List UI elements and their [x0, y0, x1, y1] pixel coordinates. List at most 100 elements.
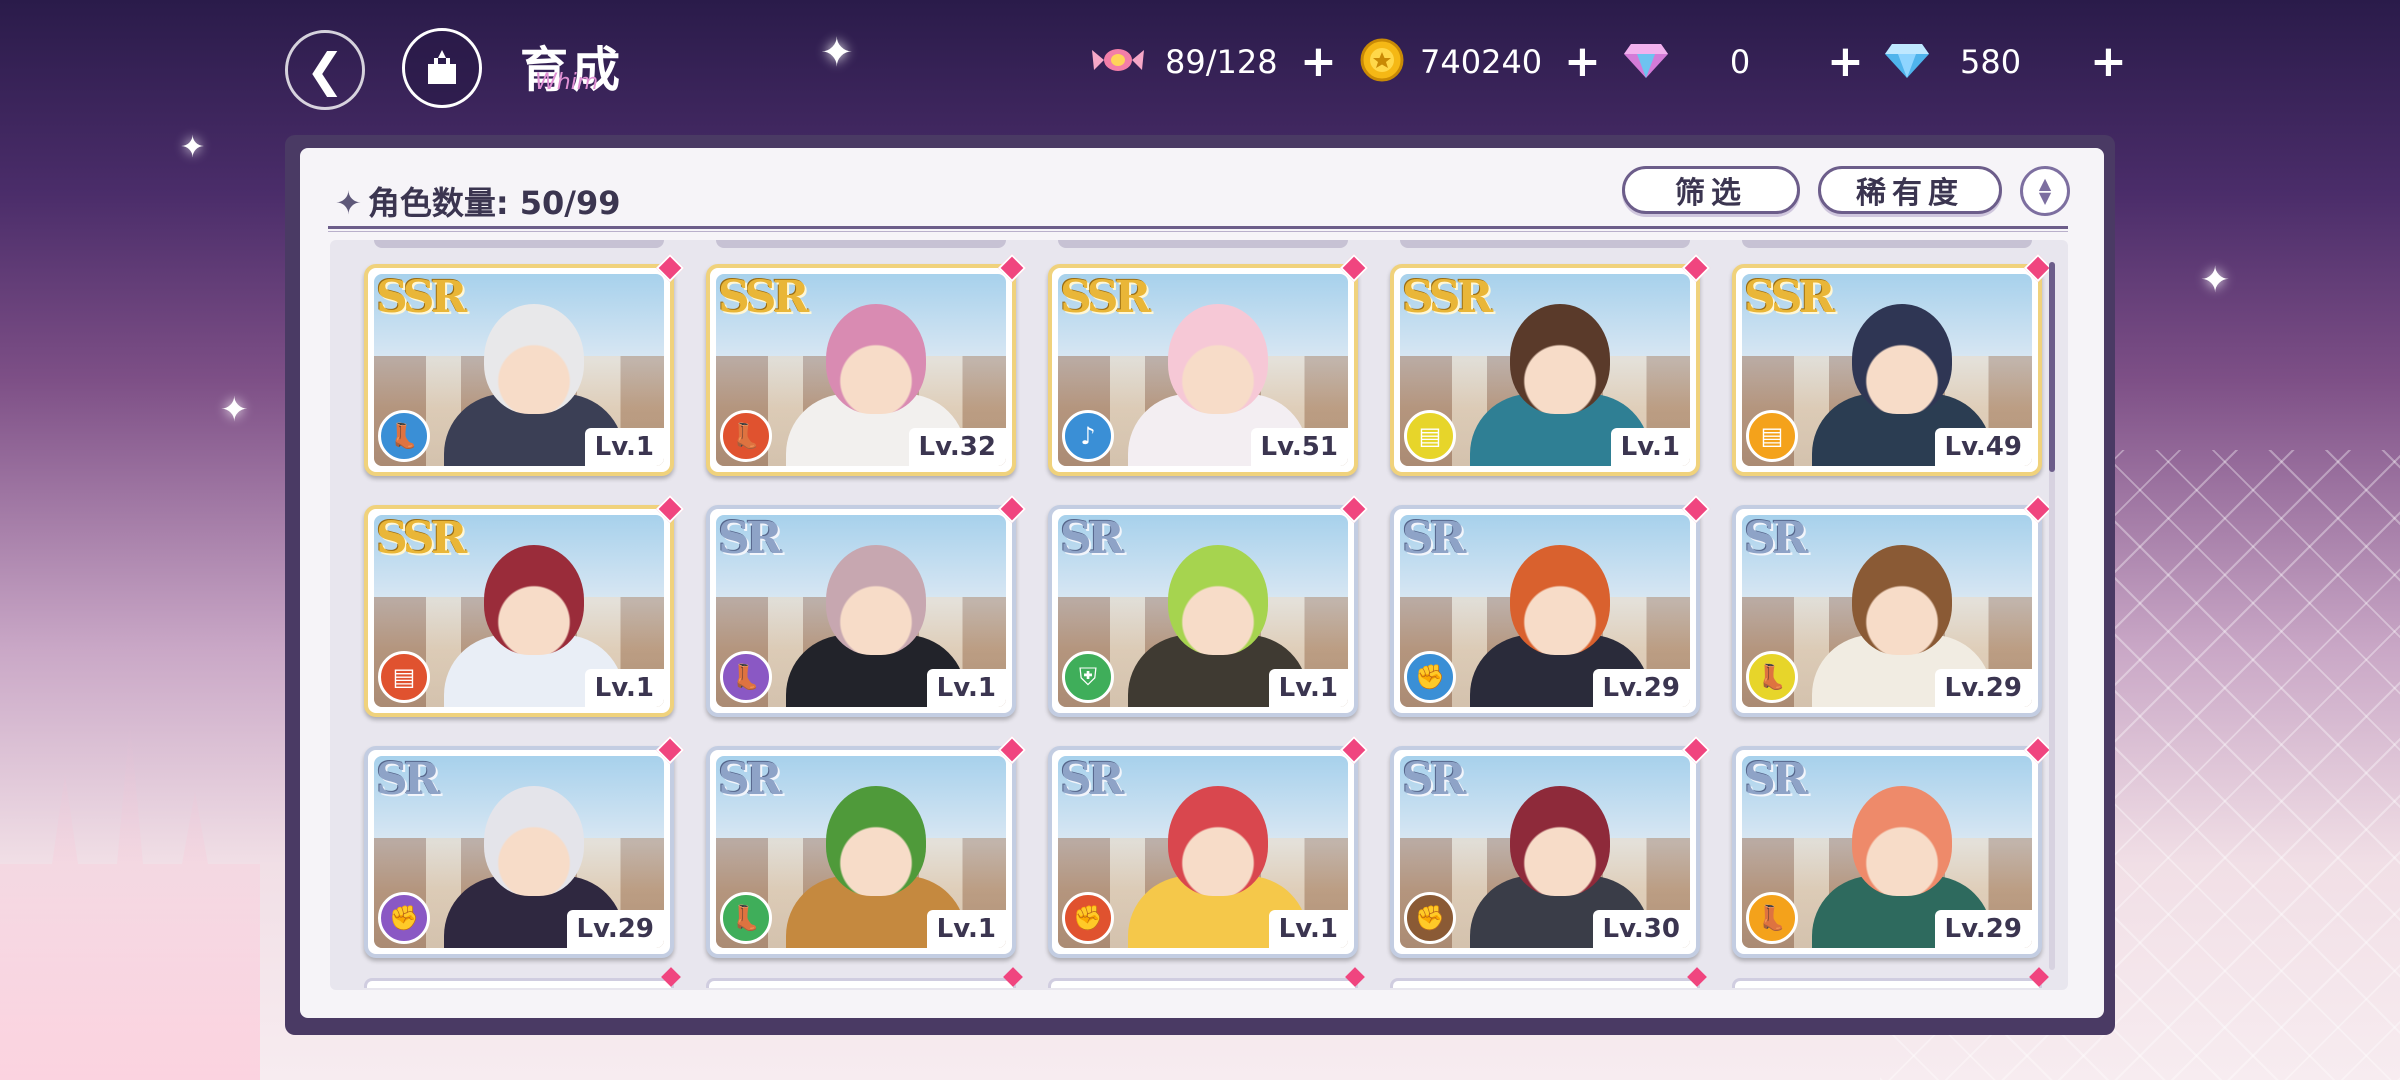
level-label: Lv.29	[566, 910, 664, 948]
rarity-sort-button[interactable]: 稀有度	[1818, 166, 2002, 214]
character-head	[1168, 304, 1268, 414]
rarity-badge: SR	[1744, 513, 1808, 564]
character-card-partial[interactable]	[716, 240, 1006, 248]
character-card[interactable]: SR 👢 Lv.29	[1732, 494, 2053, 717]
rarity-badge: SR	[718, 513, 782, 564]
character-card[interactable]: SSR ▤ Lv.1	[1390, 253, 1711, 476]
boot-icon: 👢	[720, 410, 772, 462]
title-decoration: Whim	[535, 70, 599, 95]
filter-button-label: 筛选	[1675, 176, 1747, 211]
character-card[interactable]: SSR ▤ Lv.49	[1732, 253, 2053, 476]
character-card-partial[interactable]	[1400, 240, 1690, 248]
scrollbar-thumb[interactable]	[2049, 262, 2055, 472]
character-card[interactable]: SR ✊ Lv.29	[364, 735, 685, 958]
character-card-partial[interactable]	[1048, 978, 1358, 988]
sparkle-icon: ✦	[335, 184, 362, 222]
background-castle	[0, 720, 260, 1080]
chevron-down-icon: ▼	[2038, 188, 2052, 207]
level-label: Lv.1	[584, 428, 664, 466]
header-divider-thin	[328, 231, 2068, 232]
back-arrow-icon: ❮	[305, 43, 345, 97]
rarity-badge: SSR	[1402, 272, 1493, 323]
castle-icon	[428, 50, 456, 84]
gold-coin-icon	[1360, 38, 1404, 82]
character-card[interactable]: SR ✊ Lv.29	[1390, 494, 1711, 717]
candy-value: 89/128	[1165, 43, 1278, 81]
character-card[interactable]: SR ⛨ Lv.1	[1048, 494, 1369, 717]
rarity-badge: SSR	[1060, 272, 1151, 323]
character-card[interactable]: SR ✊ Lv.30	[1390, 735, 1711, 958]
character-head	[1168, 786, 1268, 896]
level-label: Lv.1	[926, 669, 1006, 707]
rarity-badge: SSR	[376, 272, 467, 323]
level-label: Lv.1	[1268, 910, 1348, 948]
guitar-icon: ♪	[1062, 410, 1114, 462]
candy-add-button[interactable]: +	[1300, 36, 1340, 88]
rarity-badge: SR	[718, 754, 782, 805]
plus-icon: +	[1827, 36, 1864, 87]
pink-gem-counter: 0	[1720, 36, 1760, 88]
level-label: Lv.30	[1592, 910, 1690, 948]
level-label: Lv.29	[1934, 910, 2032, 948]
level-label: Lv.51	[1250, 428, 1348, 466]
shield-icon: ⛨	[1062, 651, 1114, 703]
book-icon: ▤	[1404, 410, 1456, 462]
blue-gem-add-button[interactable]: +	[2090, 36, 2130, 88]
candy-counter: 89/128	[1165, 36, 1285, 88]
character-card[interactable]: SSR 👢 Lv.32	[706, 253, 1027, 476]
sparkle-icon: ✦	[2200, 260, 2231, 301]
character-card[interactable]: SSR 👢 Lv.1	[364, 253, 685, 476]
character-head	[1510, 786, 1610, 896]
coin-value: 740240	[1420, 43, 1543, 81]
boot-icon: 👢	[378, 410, 430, 462]
level-label: Lv.1	[584, 669, 664, 707]
coin-add-button[interactable]: +	[1564, 36, 1604, 88]
character-card-partial[interactable]	[364, 978, 674, 988]
top-bar: ❮ 育成 Whim 89/128 + 740240 + 0 + 580 +	[0, 0, 2400, 130]
character-card-partial[interactable]	[1390, 978, 1700, 988]
character-card[interactable]: SSR ▤ Lv.1	[364, 494, 685, 717]
character-count-text: 角色数量: 50/99	[367, 184, 621, 222]
pink-gem-add-button[interactable]: +	[1827, 36, 1867, 88]
fist-icon: ✊	[1062, 892, 1114, 944]
boot-icon: 👢	[1746, 651, 1798, 703]
character-card[interactable]: SSR ♪ Lv.51	[1048, 253, 1369, 476]
character-card-partial[interactable]	[1058, 240, 1348, 248]
character-card[interactable]: SR 👢 Lv.29	[1732, 735, 2053, 958]
character-card[interactable]: SR ✊ Lv.1	[1048, 735, 1369, 958]
character-head	[1852, 545, 1952, 655]
character-head	[484, 545, 584, 655]
book-icon: ▤	[1746, 410, 1798, 462]
level-label: Lv.1	[1610, 428, 1690, 466]
character-head	[1510, 304, 1610, 414]
character-card-partial[interactable]	[374, 240, 664, 248]
rarity-badge: SSR	[1744, 272, 1835, 323]
character-card-partial[interactable]	[1732, 978, 2042, 988]
sparkle-icon: ✦	[220, 390, 249, 430]
character-head	[1852, 786, 1952, 896]
character-head	[826, 545, 926, 655]
level-label: Lv.29	[1592, 669, 1690, 707]
character-card-partial[interactable]	[1742, 240, 2032, 248]
boot-icon: 👢	[720, 892, 772, 944]
rarity-badge: SR	[1060, 754, 1124, 805]
character-card[interactable]: SR 👢 Lv.1	[706, 735, 1027, 958]
plus-icon: +	[1564, 36, 1601, 87]
sort-order-button[interactable]: ▲ ▼	[2020, 166, 2070, 216]
character-card[interactable]: SR 👢 Lv.1	[706, 494, 1027, 717]
filter-button[interactable]: 筛选	[1622, 166, 1800, 214]
rarity-badge: SR	[1402, 513, 1466, 564]
level-label: Lv.1	[926, 910, 1006, 948]
level-label: Lv.1	[1268, 669, 1348, 707]
candy-icon	[1090, 38, 1144, 82]
character-count: ✦ 角色数量: 50/99	[335, 178, 621, 224]
back-button[interactable]: ❮	[285, 30, 365, 110]
level-label: Lv.29	[1934, 669, 2032, 707]
header-divider	[328, 226, 2068, 229]
sparkle-icon: ✦	[180, 130, 206, 165]
home-button[interactable]	[402, 28, 482, 108]
character-card-partial[interactable]	[706, 978, 1016, 988]
plus-icon: +	[2090, 36, 2127, 87]
rarity-sort-label: 稀有度	[1856, 176, 1964, 211]
level-label: Lv.32	[908, 428, 1006, 466]
